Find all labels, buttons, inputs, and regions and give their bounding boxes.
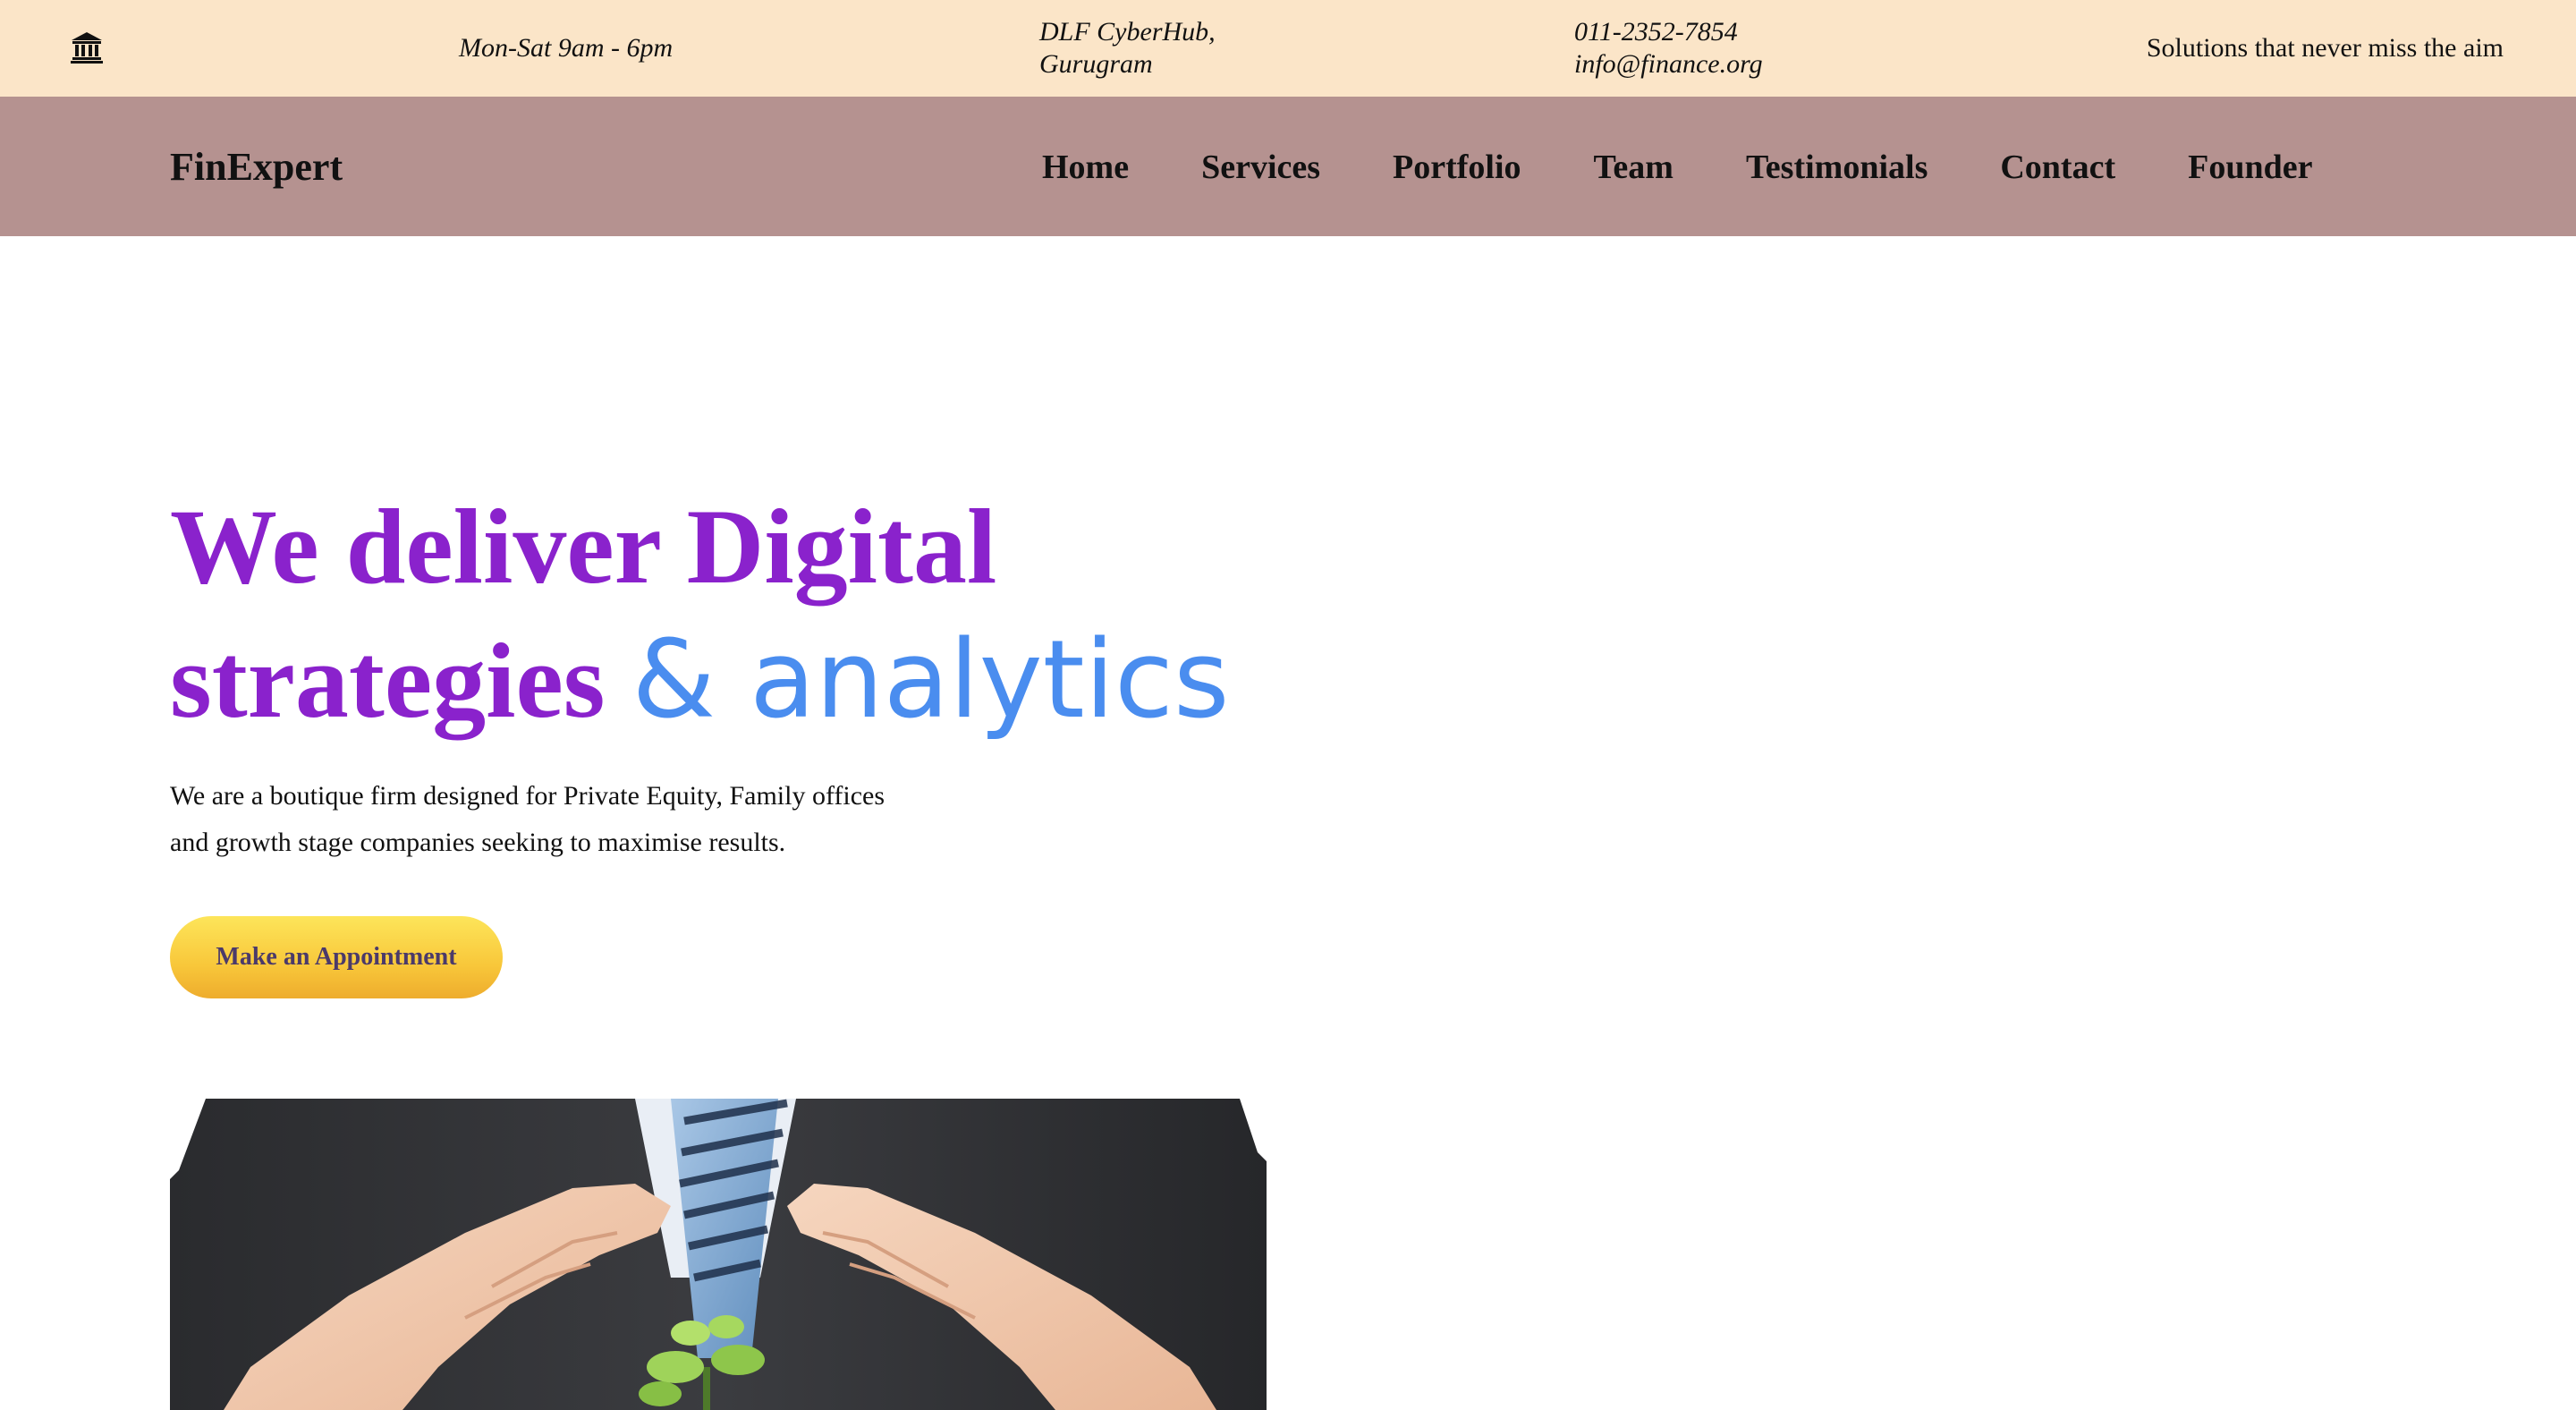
hero-subtitle-line-1: We are a boutique firm designed for Priv…: [170, 781, 886, 811]
nav-item-services[interactable]: Services: [1201, 145, 1320, 190]
hero-subtitle-line-2: and growth stage companies seeking to ma…: [170, 828, 786, 857]
office-address: DLF CyberHub, Gurugram: [1039, 16, 1216, 81]
nav-item-portfolio[interactable]: Portfolio: [1393, 145, 1521, 190]
hero-title-line-1: We deliver Digital: [170, 487, 997, 606]
hero-title-line-2a: strategies: [170, 621, 606, 740]
brand-logo[interactable]: FinExpert: [170, 145, 343, 190]
hero-title: We deliver Digital strategies & analytic…: [170, 480, 1230, 748]
bank-icon: [71, 32, 103, 64]
address-line-1: DLF CyberHub,: [1039, 17, 1216, 47]
make-appointment-button[interactable]: Make an Appointment: [170, 916, 503, 998]
phone-number[interactable]: 011-2352-7854: [1574, 16, 1763, 48]
nav-item-team[interactable]: Team: [1594, 145, 1674, 190]
email-address[interactable]: info@finance.org: [1574, 48, 1763, 81]
tagline: Solutions that never miss the aim: [2146, 33, 2504, 63]
nav-item-founder[interactable]: Founder: [2188, 145, 2312, 190]
contact-info: 011-2352-7854 info@finance.org: [1574, 16, 1763, 81]
nav-item-testimonials[interactable]: Testimonials: [1746, 145, 1928, 190]
nav-item-home[interactable]: Home: [1042, 145, 1129, 190]
top-info-bar: Mon-Sat 9am - 6pm DLF CyberHub, Gurugram…: [0, 0, 2576, 97]
nav-item-contact[interactable]: Contact: [2000, 145, 2115, 190]
business-hours: Mon-Sat 9am - 6pm: [459, 33, 674, 63]
hero-subtitle: We are a boutique firm designed for Priv…: [170, 773, 1029, 866]
hero-image: [170, 1099, 1267, 1410]
main-navbar: FinExpert Home Services Portfolio Team T…: [0, 97, 2576, 236]
address-line-2: Gurugram: [1039, 49, 1153, 79]
hero-title-accent: & analytics: [631, 618, 1230, 743]
business-hands-sprout-image: [170, 1099, 1267, 1410]
nav-menu: Home Services Portfolio Team Testimonial…: [1042, 145, 2312, 190]
